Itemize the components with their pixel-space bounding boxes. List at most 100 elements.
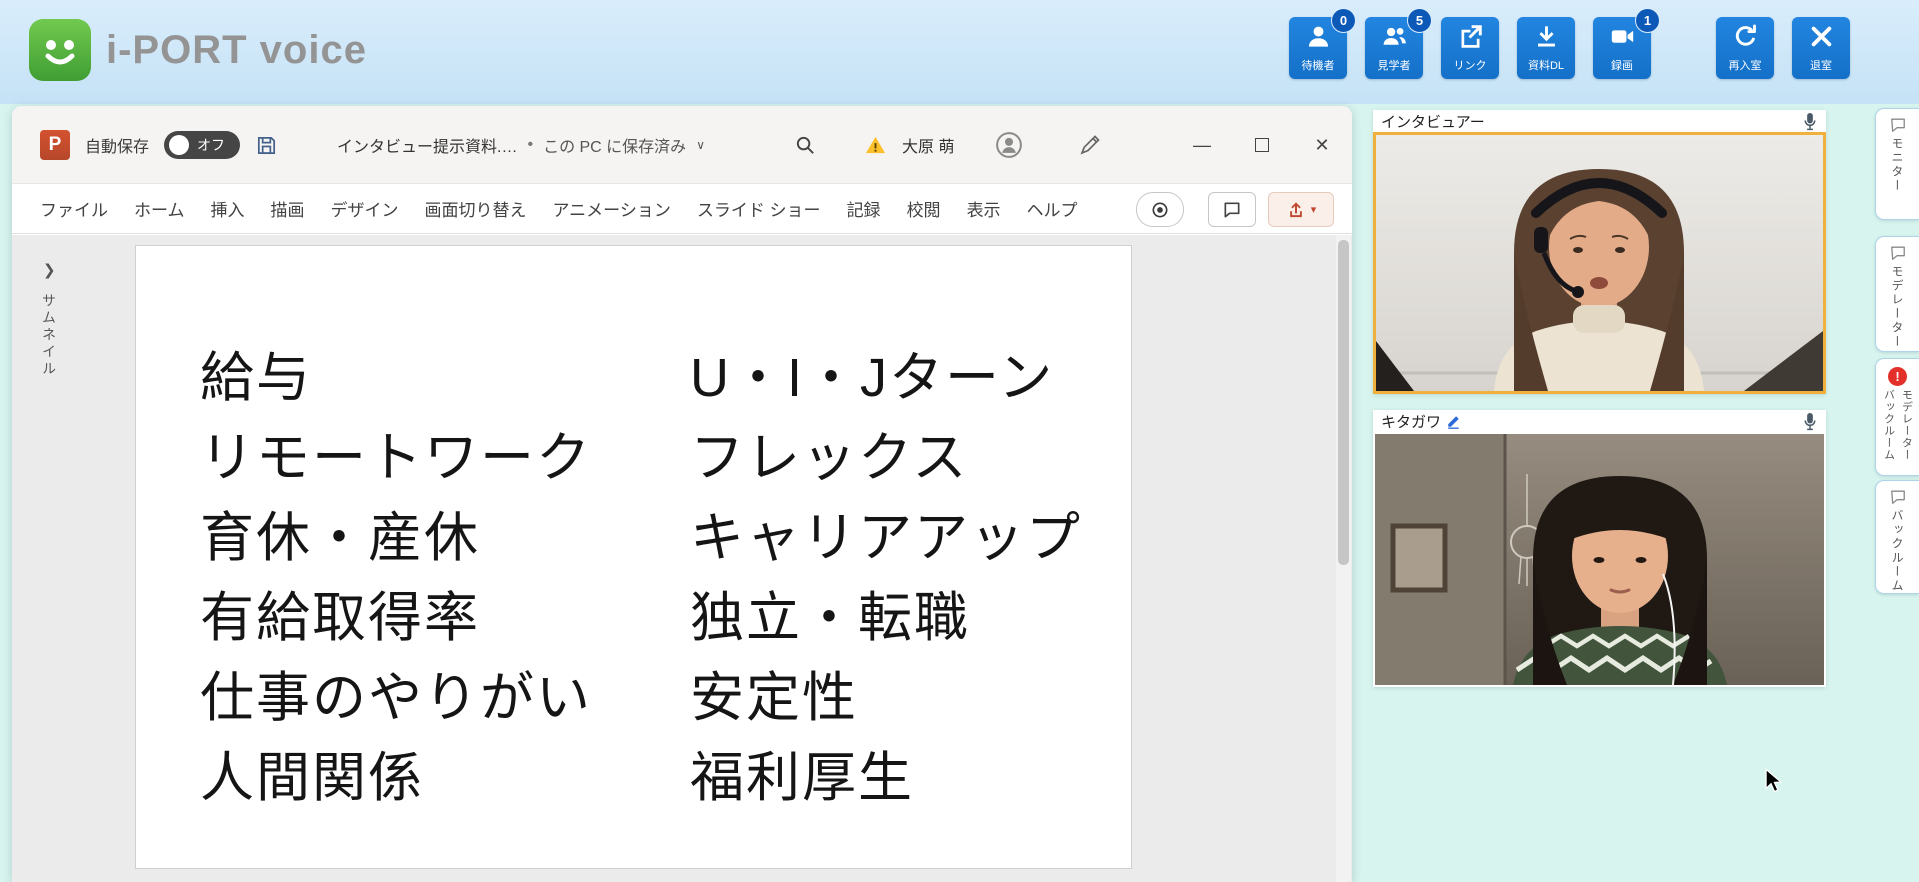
external-link-icon	[1457, 23, 1484, 55]
speech-bubble-icon	[1890, 246, 1905, 260]
person-icon	[1305, 23, 1332, 55]
document-title-group: インタビュー提示資料.… • この PC に保存済み ∨	[337, 106, 705, 184]
record-button[interactable]: 1 録画	[1593, 8, 1660, 79]
vertical-scrollbar[interactable]	[1336, 235, 1351, 882]
people-icon	[1381, 23, 1408, 55]
document-title[interactable]: インタビュー提示資料.…	[337, 133, 517, 157]
edit-name-icon[interactable]	[1446, 414, 1461, 429]
link-label: リンク	[1453, 60, 1487, 72]
expand-thumbnails-chevron-icon[interactable]: ❯	[43, 261, 56, 279]
reenter-button[interactable]: 再入室	[1716, 17, 1774, 79]
ribbon-menu: ファイル ホーム 挿入 描画 デザイン 画面切り替え アニメーション スライド …	[12, 184, 1352, 234]
thumbnail-pane-label: サムネイル	[41, 293, 57, 378]
materials-download-button[interactable]: 資料DL	[1517, 17, 1575, 79]
slide-canvas[interactable]: 給与 リモートワーク 育休・産休 有給取得率 仕事のやりがい 人間関係 U・I・…	[135, 245, 1132, 869]
video-tile-kitagawa: キタガワ	[1373, 410, 1826, 687]
exit-label: 退室	[1810, 60, 1832, 72]
observers-label: 見学者	[1377, 60, 1411, 72]
saved-status-chevron-icon[interactable]: ∨	[696, 138, 705, 152]
slide-line: 安定性	[690, 668, 858, 728]
share-button[interactable]: ▾	[1268, 192, 1334, 227]
save-icon[interactable]	[255, 134, 278, 157]
user-name: 大原 萌	[902, 139, 955, 156]
speech-bubble-icon	[1890, 118, 1905, 132]
toggle-knob	[169, 135, 190, 155]
side-tab-label: バックルーム	[1890, 509, 1904, 593]
record-count-badge: 1	[1635, 8, 1660, 33]
close-button[interactable]: ✕	[1292, 106, 1352, 184]
observers-count-badge: 5	[1407, 8, 1432, 33]
account-avatar-icon[interactable]	[994, 106, 1024, 184]
video-feed-interviewer[interactable]	[1373, 132, 1826, 394]
exit-button[interactable]: 退室	[1792, 17, 1850, 79]
menu-tab-insert[interactable]: 挿入	[211, 196, 245, 221]
download-icon	[1533, 23, 1560, 55]
slide-line: 有給取得率	[200, 588, 480, 648]
slide-line: リモートワーク	[200, 428, 592, 488]
menu-tab-slideshow[interactable]: スライド ショー	[697, 196, 821, 221]
header-actions: 0 待機者 5 見学者 リンク 資料DL 1 録画 再入室 退室	[1289, 8, 1850, 79]
side-tab-monitor[interactable]: モニター	[1875, 108, 1919, 220]
slide-line: 人間関係	[200, 748, 424, 808]
reenter-icon	[1732, 23, 1759, 55]
slide-line: フレックス	[690, 428, 969, 488]
video-label-bar: インタビュアー	[1373, 110, 1826, 132]
exit-icon	[1808, 23, 1835, 55]
slide-line: 給与	[200, 348, 312, 408]
microphone-icon[interactable]	[1803, 411, 1818, 431]
autosave-state: オフ	[197, 137, 226, 153]
slide-line: 福利厚生	[690, 748, 914, 808]
menu-tab-home[interactable]: ホーム	[134, 196, 185, 221]
menu-tab-view[interactable]: 表示	[967, 196, 1001, 221]
participant-name: キタガワ	[1381, 413, 1442, 431]
maximize-button[interactable]	[1232, 106, 1292, 184]
slide-line: U・I・Jターン	[690, 348, 1055, 408]
menu-tab-record[interactable]: 記録	[847, 196, 881, 221]
side-tab-label: バックルーム	[1882, 389, 1895, 461]
scrollbar-thumb[interactable]	[1338, 240, 1349, 565]
menu-tab-review[interactable]: 校閲	[907, 196, 941, 221]
slide-line: 仕事のやりがい	[200, 668, 592, 728]
slide-work-area: ❯ サムネイル 給与 リモートワーク 育休・産休 有給取得率 仕事のやりがい 人…	[12, 235, 1352, 882]
menu-tab-design[interactable]: デザイン	[331, 196, 399, 221]
menu-tab-draw[interactable]: 描画	[271, 196, 305, 221]
mouse-cursor	[1765, 767, 1783, 794]
app-logo-icon	[29, 19, 91, 81]
comments-button[interactable]	[1208, 192, 1256, 227]
waiting-room-label: 待機者	[1301, 60, 1335, 72]
title-separator: •	[527, 136, 534, 153]
side-tab-moderator[interactable]: モデレーター	[1875, 236, 1919, 352]
app-header: i-PORT voice 0 待機者 5 見学者 リンク 資料DL 1 録画 再…	[0, 0, 1919, 104]
autosave-toggle[interactable]: オフ	[164, 131, 241, 159]
side-tab-moderator-backroom[interactable]: ! モデレーター バックルーム	[1875, 358, 1919, 476]
side-tab-label: モデレーター	[1890, 265, 1904, 349]
video-feed-kitagawa[interactable]	[1373, 432, 1826, 687]
inking-pen-icon[interactable]	[1078, 106, 1102, 184]
powerpoint-window: P 自動保存 オフ インタビュー提示資料.… • この PC に保存済み ∨ 大…	[12, 106, 1352, 882]
side-tab-label: モニター	[1890, 137, 1904, 193]
reenter-label: 再入室	[1728, 60, 1762, 72]
search-icon[interactable]	[794, 106, 817, 184]
side-tab-label: モデレーター	[1900, 389, 1913, 461]
menu-tab-transitions[interactable]: 画面切り替え	[425, 196, 527, 221]
minimize-button[interactable]: —	[1172, 106, 1232, 184]
slide-text-right-column: U・I・Jターン フレックス キャリアアップ 独立・転職 安定性 福利厚生	[690, 338, 1082, 818]
slide-text-left-column: 給与 リモートワーク 育休・産休 有給取得率 仕事のやりがい 人間関係	[200, 338, 592, 818]
menu-tab-file[interactable]: ファイル	[40, 196, 108, 221]
slide-line: 独立・転職	[690, 588, 970, 648]
share-icon	[1289, 201, 1302, 217]
microphone-icon[interactable]	[1803, 111, 1818, 131]
side-tab-backroom[interactable]: バックルーム	[1875, 480, 1919, 594]
record-indicator-button[interactable]	[1136, 192, 1184, 227]
waiting-count-badge: 0	[1331, 8, 1356, 33]
record-dot-icon	[1152, 202, 1168, 217]
comment-bubble-icon	[1224, 202, 1240, 217]
menu-tab-animations[interactable]: アニメーション	[553, 196, 671, 221]
materials-download-label: 資料DL	[1527, 60, 1565, 72]
menu-tab-help[interactable]: ヘルプ	[1027, 196, 1078, 221]
waiting-room-button[interactable]: 0 待機者	[1289, 8, 1356, 79]
observers-button[interactable]: 5 見学者	[1365, 8, 1432, 79]
warning-icon[interactable]	[864, 106, 887, 184]
link-button[interactable]: リンク	[1441, 17, 1499, 79]
app-logo: i-PORT voice	[28, 18, 367, 82]
